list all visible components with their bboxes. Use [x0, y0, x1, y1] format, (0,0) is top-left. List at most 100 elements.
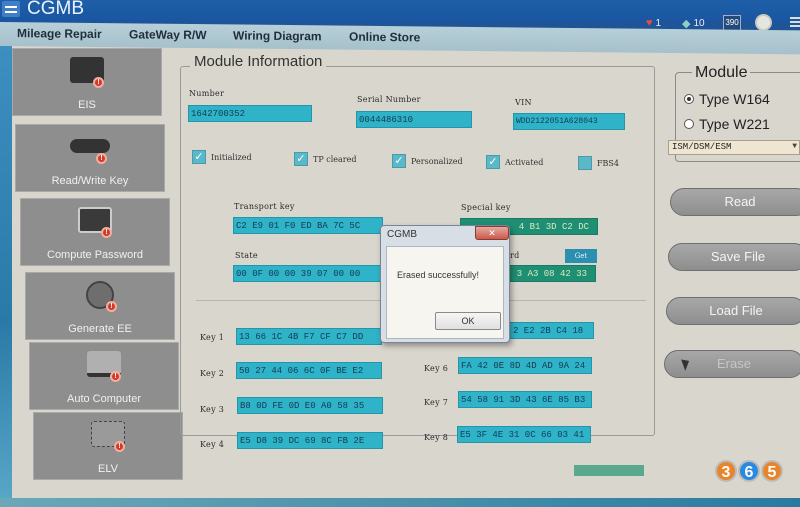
module-information-title: Module Information — [190, 53, 327, 70]
radio-unselected-icon — [684, 119, 694, 129]
checkbox-label: Activated — [505, 157, 544, 167]
menu-wiring-diagram[interactable]: Wiring Diagram — [233, 28, 322, 43]
key6-label: Key 6 — [424, 364, 449, 373]
radio-label: Type W221 — [699, 116, 770, 132]
dropdown-value: ISM/DSM/ESM — [672, 142, 732, 152]
app-menu-icon[interactable] — [2, 1, 20, 17]
key7-label: Key 7 — [424, 398, 449, 407]
serial-number-field[interactable]: 0044486310 — [356, 111, 472, 128]
module-title: Module — [692, 64, 751, 82]
number-label: Number — [189, 89, 225, 98]
checkbox-label: Personalized — [411, 156, 463, 166]
number-field[interactable]: 1642700352 — [188, 105, 312, 122]
sidebar-item-eis[interactable]: ! EIS — [12, 48, 162, 116]
key8-label: Key 8 — [424, 433, 449, 442]
sidebar-item-compute-password[interactable]: ! Compute Password — [20, 198, 170, 266]
key5-field[interactable]: 2 E2 2B C4 18 — [508, 322, 594, 339]
menu-mileage-repair[interactable]: Mileage Repair — [17, 26, 102, 41]
activated-checkbox[interactable]: ✓ Activated — [486, 155, 543, 169]
checkbox-label: Initialized — [211, 152, 252, 162]
alert-badge-icon: ! — [93, 77, 104, 88]
serial-number-label: Serial Number — [357, 95, 421, 104]
checkmark-icon: ✓ — [294, 152, 308, 166]
sidebar: ! EIS ! Read/Write Key ! Compute Passwor… — [0, 46, 183, 507]
password-label: rd — [510, 251, 520, 260]
checkbox-label: TP cleared — [313, 154, 357, 164]
diamonds-count: 10 — [693, 18, 705, 29]
checkmark-icon: ✓ — [192, 150, 206, 164]
radio-selected-icon — [684, 94, 694, 104]
radio-label: Type W164 — [699, 91, 770, 107]
sidebar-item-label: Generate EE — [68, 323, 132, 335]
checkmark-icon: ✓ — [486, 155, 500, 169]
hearts-counter: ♥ 1 — [646, 17, 661, 29]
key3-label: Key 3 — [200, 405, 225, 414]
sidebar-item-label: Compute Password — [47, 249, 143, 261]
calendar-icon: 390 — [723, 15, 741, 31]
save-file-button[interactable]: Save File — [668, 243, 800, 271]
watermark-digit: 5 — [761, 460, 783, 482]
diamonds-counter: ◆ 10 — [682, 17, 705, 30]
alert-badge-icon: ! — [110, 371, 121, 382]
sidebar-item-auto-computer[interactable]: ! Auto Computer — [29, 342, 179, 410]
key6-field[interactable]: FA 42 0E 8D 4D AD 9A 24 — [458, 357, 592, 374]
module-dropdown[interactable]: ISM/DSM/ESM ▼ — [668, 140, 800, 155]
dialog-title: CGMB — [387, 229, 417, 240]
sidebar-item-label: Auto Computer — [67, 393, 141, 405]
sidebar-item-elv[interactable]: ! ELV — [33, 412, 183, 480]
get-button[interactable]: Get — [565, 249, 597, 263]
initialized-checkbox[interactable]: ✓ Initialized — [192, 150, 252, 164]
checkmark-icon: ✓ — [392, 154, 406, 168]
message-dialog: CGMB ✕ Erased successfully! OK — [380, 225, 510, 343]
checkbox-label: FBS4 — [597, 158, 619, 168]
fbs4-checkbox[interactable]: FBS4 — [578, 156, 619, 170]
watermark-logo: 3 6 5 — [715, 460, 783, 482]
title-bar: CGMB — [0, 0, 800, 22]
key4-field[interactable]: E5 D8 39 DC 69 8C FB 2E — [237, 432, 383, 449]
transport-key-label: Transport key — [234, 202, 295, 211]
diamond-icon: ◆ — [682, 18, 691, 30]
sidebar-item-generate-ee[interactable]: ! Generate EE — [25, 272, 175, 340]
key7-field[interactable]: 54 58 91 3D 43 6E 85 B3 — [458, 391, 592, 408]
alert-badge-icon: ! — [106, 301, 117, 312]
dialog-body: Erased successfully! OK — [386, 246, 504, 339]
state-field[interactable]: 00 0F 00 00 39 07 00 00 — [233, 265, 383, 282]
progress-bar — [574, 465, 644, 476]
ok-button[interactable]: OK — [435, 312, 501, 330]
read-button[interactable]: Read — [670, 188, 800, 216]
key3-field[interactable]: B8 0D FE 0D E0 A0 58 35 — [237, 397, 383, 414]
menu-gateway-rw[interactable]: GateWay R/W — [129, 27, 207, 42]
empty-checkbox-icon — [578, 156, 592, 170]
type-w221-radio[interactable]: Type W221 — [684, 116, 770, 132]
special-key-label: Special key — [461, 203, 511, 212]
key1-label: Key 1 — [200, 333, 225, 342]
alert-badge-icon: ! — [114, 441, 125, 452]
alert-badge-icon: ! — [96, 153, 107, 164]
key4-label: Key 4 — [200, 440, 225, 449]
dialog-message: Erased successfully! — [397, 270, 480, 280]
transport-key-field[interactable]: C2 E9 01 F0 ED BA 7C 5C — [233, 217, 383, 234]
calendar-counter[interactable]: 390 — [723, 15, 741, 31]
key1-field[interactable]: 13 66 1C 4B F7 CF C7 DD — [236, 328, 382, 345]
key2-field[interactable]: 50 27 44 06 6C 0F BE E2 — [236, 362, 382, 379]
personalized-checkbox[interactable]: ✓ Personalized — [392, 154, 463, 168]
vin-field[interactable]: WDD2122051A628043 — [513, 113, 625, 130]
sidebar-item-read-write-key[interactable]: ! Read/Write Key — [15, 124, 165, 192]
state-label: State — [235, 251, 258, 260]
type-w164-radio[interactable]: Type W164 — [684, 91, 770, 107]
sidebar-item-label: Read/Write Key — [51, 175, 129, 187]
car-key-icon — [70, 139, 110, 153]
tp-cleared-checkbox[interactable]: ✓ TP cleared — [294, 152, 356, 166]
taskbar-edge — [0, 498, 800, 507]
key2-label: Key 2 — [200, 369, 225, 378]
key8-field[interactable]: E5 3F 4E 31 0C 66 03 41 — [457, 426, 591, 443]
menu-online-store[interactable]: Online Store — [349, 30, 420, 45]
window-title: CGMB — [27, 0, 84, 19]
vin-label: VIN — [515, 98, 532, 107]
close-icon[interactable]: ✕ — [475, 226, 509, 240]
desktop-edge — [0, 46, 12, 507]
sidebar-item-label: EIS — [78, 99, 96, 111]
heart-icon: ♥ — [646, 17, 653, 29]
load-file-button[interactable]: Load File — [666, 297, 800, 325]
hearts-count: 1 — [655, 17, 662, 29]
